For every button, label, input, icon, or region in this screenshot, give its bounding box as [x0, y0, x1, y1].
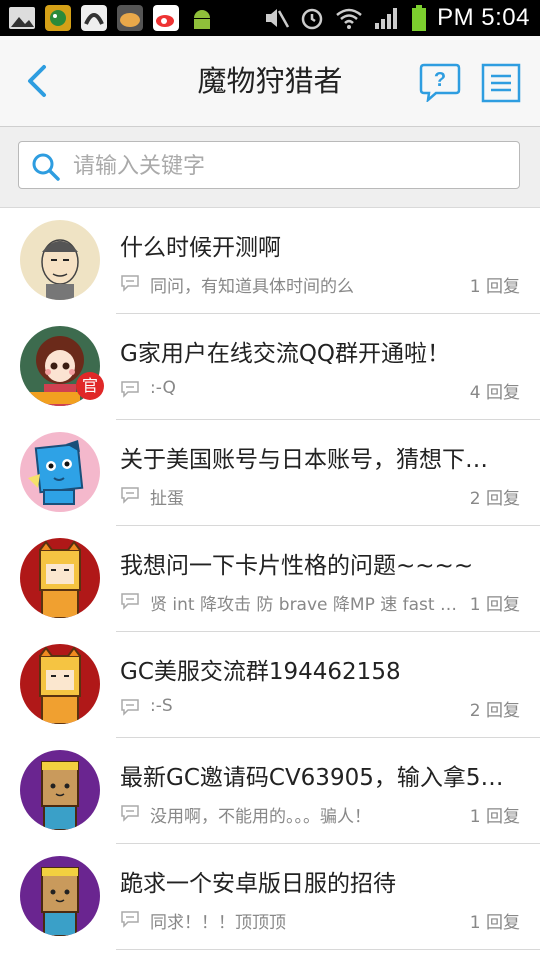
post-list: 什么时候开测啊 同问，有知道具体时间的么 1 回复 官 G家用户在线交流QQ群开…	[0, 208, 540, 950]
comment-icon	[121, 487, 139, 504]
comment-icon	[121, 275, 139, 292]
clock-time: PM 5:04	[437, 4, 530, 31]
post-title: G家用户在线交流QQ群开通啦！	[120, 341, 451, 367]
list-item[interactable]: GC美服交流群194462158 :-S 2 回复	[20, 632, 540, 738]
comment-icon	[121, 911, 139, 928]
weibo-icon	[153, 5, 179, 31]
reply-count: 2 回复	[469, 701, 520, 721]
avatar	[20, 644, 100, 724]
app-bar: 魔物狩猎者 ?	[0, 36, 540, 127]
search-area	[0, 127, 540, 208]
search-box[interactable]	[18, 141, 520, 189]
avatar	[20, 432, 100, 512]
post-title: GC美服交流群194462158	[120, 659, 401, 685]
wifi-icon	[336, 8, 362, 29]
post-preview: 同求！！！顶顶顶	[150, 913, 286, 933]
menu-list-icon[interactable]	[480, 62, 522, 104]
comment-icon	[121, 805, 139, 822]
svg-text:?: ?	[434, 69, 446, 91]
help-bubble-icon[interactable]: ?	[418, 62, 462, 102]
avatar	[20, 220, 100, 300]
reply-count: 4 回复	[469, 383, 520, 403]
post-preview: 没用啊，不能用的。。。骗人！	[150, 807, 371, 827]
post-title: 我想问一下卡片性格的问题~~~~	[120, 553, 474, 579]
alarm-icon	[301, 8, 323, 30]
gallery-icon	[9, 7, 35, 29]
avatar	[20, 856, 100, 936]
mute-icon	[266, 9, 290, 28]
search-icon	[32, 153, 60, 181]
list-item[interactable]: 关于美国账号与日本账号，猜想下… 扯蛋 2 回复	[20, 420, 540, 526]
list-item[interactable]: 最新GC邀请码CV63905，输入拿5… 没用啊，不能用的。。。骗人！ 1 回复	[20, 738, 540, 844]
post-title: 跪求一个安卓版日服的招待	[120, 871, 396, 897]
music-icon	[81, 5, 107, 31]
post-title: 最新GC邀请码CV63905，输入拿5…	[120, 765, 504, 791]
system-status: PM 5:04	[263, 0, 530, 36]
list-item[interactable]: 跪求一个安卓版日服的招待 同求！！！顶顶顶 1 回复	[20, 844, 540, 950]
reply-count: 2 回复	[469, 489, 520, 509]
comment-icon	[121, 381, 139, 398]
list-item[interactable]: 官 G家用户在线交流QQ群开通啦！ :-Q 4 回复	[20, 314, 540, 420]
post-title: 关于美国账号与日本账号，猜想下…	[120, 447, 488, 473]
reply-count: 1 回复	[469, 807, 520, 827]
post-preview: 贤 int 降攻击 防 brave 降MP 速 fast …	[150, 595, 457, 615]
post-preview: :-S	[150, 696, 173, 716]
comment-icon	[121, 699, 139, 716]
avatar	[20, 538, 100, 618]
reply-count: 1 回复	[469, 277, 520, 297]
app-icon	[117, 5, 143, 31]
android-icon	[194, 10, 210, 29]
list-item[interactable]: 什么时候开测啊 同问，有知道具体时间的么 1 回复	[20, 208, 540, 314]
post-preview: 扯蛋	[150, 489, 184, 509]
battery-icon	[412, 5, 427, 31]
post-title: 什么时候开测啊	[120, 235, 281, 261]
comment-icon	[121, 593, 139, 610]
post-preview: 同问，有知道具体时间的么	[150, 277, 354, 297]
search-input[interactable]	[71, 148, 505, 184]
list-item[interactable]: 我想问一下卡片性格的问题~~~~ 贤 int 降攻击 防 brave 降MP 速…	[20, 526, 540, 632]
official-badge: 官	[76, 372, 104, 400]
signal-icon	[375, 8, 398, 29]
post-preview: :-Q	[150, 378, 176, 398]
notification-icons	[8, 4, 216, 32]
status-bar: PM 5:04	[0, 0, 540, 36]
reply-count: 1 回复	[469, 595, 520, 615]
game-icon	[45, 5, 71, 31]
reply-count: 1 回复	[469, 913, 520, 933]
avatar	[20, 750, 100, 830]
